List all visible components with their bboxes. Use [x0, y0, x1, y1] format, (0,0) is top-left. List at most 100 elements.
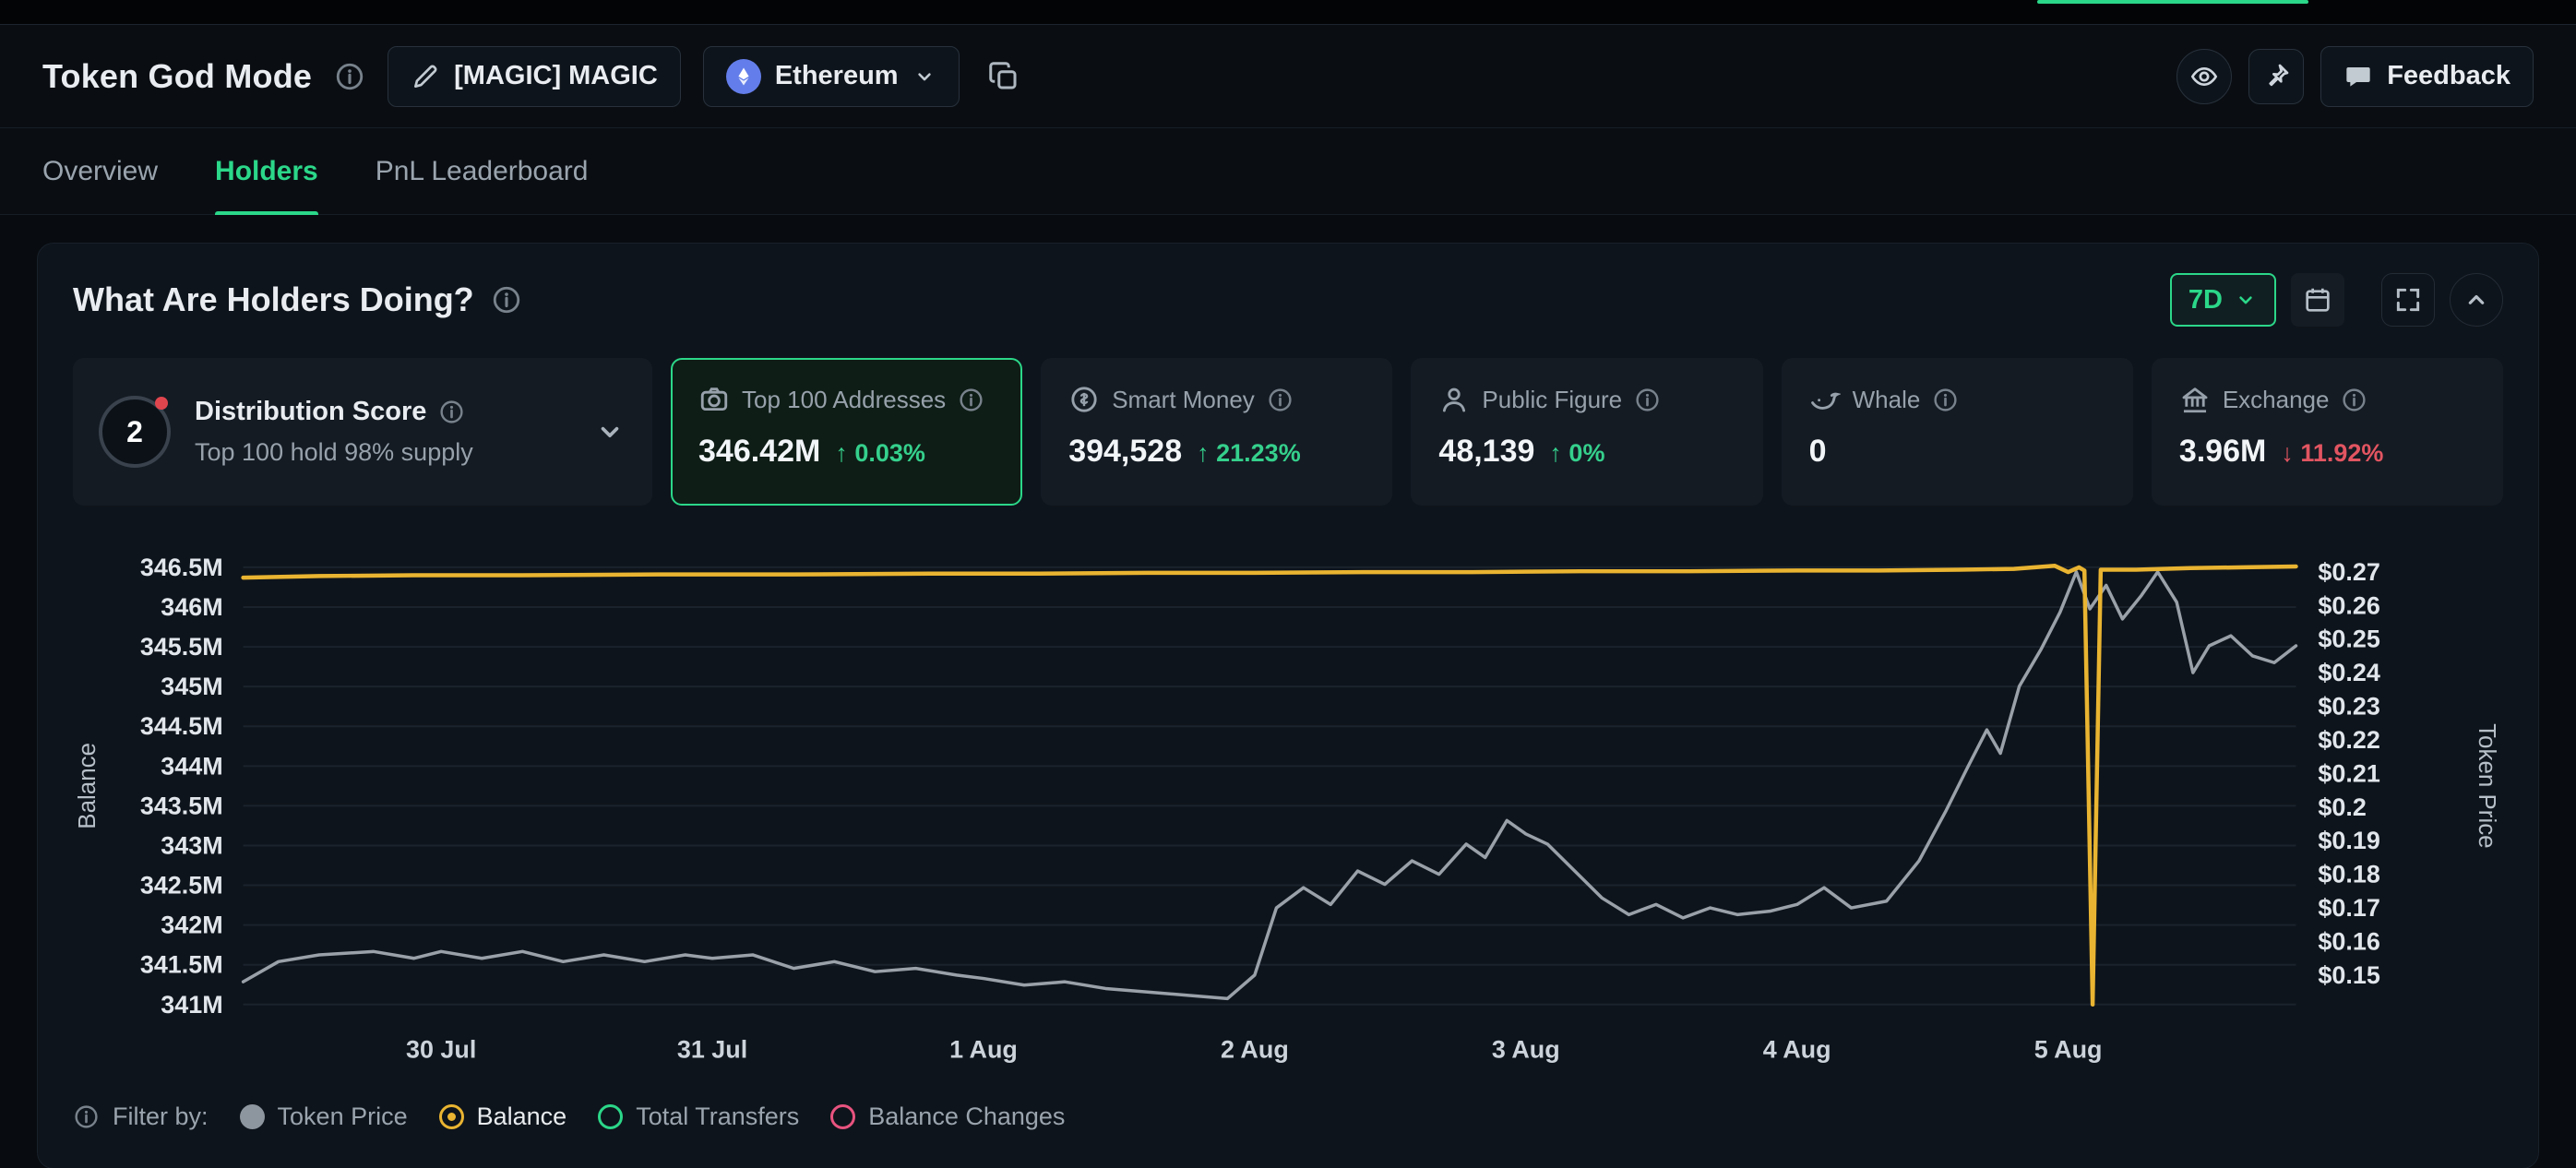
stat-change: ↑ 0%	[1549, 439, 1604, 468]
info-icon[interactable]	[1634, 387, 1661, 413]
stat-card-public-figure[interactable]: Public Figure 48,139 ↑ 0%	[1411, 358, 1762, 506]
chevron-down-icon	[912, 65, 936, 89]
stat-label: Top 100 Addresses	[742, 386, 946, 414]
svg-text:4 Aug: 4 Aug	[1763, 1036, 1831, 1064]
holders-panel: What Are Holders Doing? 7D	[37, 243, 2539, 1168]
info-icon[interactable]	[491, 284, 522, 316]
collapse-button[interactable]	[2450, 273, 2503, 327]
tab-pnl-leaderboard[interactable]: PnL Leaderboard	[376, 128, 589, 214]
balance-radio	[439, 1104, 464, 1129]
svg-text:$0.22: $0.22	[2318, 726, 2379, 754]
svg-text:$0.26: $0.26	[2318, 591, 2379, 619]
smart-money-icon	[1068, 384, 1100, 415]
pin-button[interactable]	[2248, 49, 2304, 104]
calendar-button[interactable]	[2291, 273, 2344, 327]
svg-text:$0.21: $0.21	[2318, 759, 2379, 787]
svg-text:31 Jul: 31 Jul	[677, 1036, 747, 1064]
expand-icon	[2393, 285, 2423, 315]
stat-label: Whale	[1853, 386, 1921, 414]
svg-text:$0.19: $0.19	[2318, 827, 2379, 854]
svg-text:342.5M: 342.5M	[140, 872, 223, 900]
distribution-score-card[interactable]: 2 Distribution Score Top 100 hold 98% su…	[73, 358, 652, 506]
filter-balance-changes[interactable]: Balance Changes	[830, 1102, 1065, 1131]
svg-text:343.5M: 343.5M	[140, 792, 223, 819]
svg-text:3 Aug: 3 Aug	[1492, 1036, 1560, 1064]
info-icon[interactable]	[958, 387, 984, 413]
chevron-down-icon[interactable]	[593, 415, 626, 448]
panel-controls: 7D	[2170, 273, 2503, 327]
chevron-down-icon	[2234, 288, 2258, 312]
stat-cards-row: 2 Distribution Score Top 100 hold 98% su…	[73, 358, 2503, 506]
info-icon[interactable]	[1932, 387, 1959, 413]
svg-text:$0.17: $0.17	[2318, 894, 2379, 922]
token-selector-label: [MAGIC] MAGIC	[454, 61, 658, 91]
watch-button[interactable]	[2176, 49, 2232, 104]
chain-selector-button[interactable]: Ethereum	[703, 46, 960, 107]
svg-text:341M: 341M	[161, 991, 222, 1019]
svg-text:345.5M: 345.5M	[140, 633, 223, 661]
public-figure-icon	[1438, 384, 1470, 415]
time-range-selector[interactable]: 7D	[2170, 273, 2276, 327]
stat-label: Smart Money	[1112, 386, 1255, 414]
balance-changes-swatch	[830, 1104, 855, 1129]
chevron-up-icon	[2462, 285, 2491, 315]
top-100-addresses-icon	[698, 384, 730, 415]
stat-card-whale[interactable]: Whale 0	[1782, 358, 2133, 506]
stat-value: 3.96M	[2179, 434, 2267, 470]
stat-label: Exchange	[2223, 386, 2330, 414]
svg-text:$0.16: $0.16	[2318, 927, 2379, 955]
svg-text:343M: 343M	[161, 831, 222, 859]
svg-text:342M: 342M	[161, 912, 222, 939]
stat-change: ↓ 11.92%	[2281, 439, 2383, 468]
loading-bar	[2037, 0, 2308, 4]
svg-text:$0.15: $0.15	[2318, 961, 2379, 989]
svg-text:1 Aug: 1 Aug	[949, 1036, 1018, 1064]
feedback-button[interactable]: Feedback	[2320, 46, 2534, 107]
stat-card-exchange[interactable]: Exchange 3.96M ↓ 11.92%	[2152, 358, 2503, 506]
pin-icon	[2261, 62, 2291, 91]
panel-title: What Are Holders Doing?	[73, 280, 474, 319]
header: Token God Mode [MAGIC] MAGIC Ethereum	[0, 25, 2576, 128]
svg-text:$0.24: $0.24	[2318, 659, 2379, 686]
feedback-label: Feedback	[2387, 61, 2510, 91]
stat-label: Public Figure	[1482, 386, 1622, 414]
page-title: Token God Mode	[42, 57, 312, 96]
calendar-icon	[2303, 285, 2332, 315]
svg-text:30 Jul: 30 Jul	[406, 1036, 476, 1064]
exchange-icon	[2179, 384, 2211, 415]
svg-text:346.5M: 346.5M	[140, 554, 223, 581]
filter-total-transfers[interactable]: Total Transfers	[598, 1102, 799, 1131]
tab-holders[interactable]: Holders	[215, 128, 318, 214]
chain-selector-label: Ethereum	[775, 61, 899, 91]
alert-dot	[155, 397, 168, 410]
tab-overview[interactable]: Overview	[42, 128, 158, 214]
holders-chart[interactable]: 346.5M346M345.5M345M344.5M344M343.5M343M…	[73, 526, 2503, 1079]
stat-card-smart-money[interactable]: Smart Money 394,528 ↑ 21.23%	[1041, 358, 1392, 506]
stat-value: 48,139	[1438, 434, 1534, 470]
info-icon[interactable]	[73, 1103, 100, 1130]
svg-text:Balance: Balance	[75, 743, 101, 829]
svg-text:$0.27: $0.27	[2318, 558, 2379, 586]
svg-text:345M: 345M	[161, 673, 222, 700]
stat-value: 346.42M	[698, 434, 820, 470]
info-icon[interactable]	[334, 61, 365, 92]
token-selector-button[interactable]: [MAGIC] MAGIC	[388, 46, 681, 107]
ethereum-icon	[726, 59, 761, 94]
copy-icon	[987, 60, 1020, 93]
filter-balance[interactable]: Balance	[439, 1102, 567, 1131]
svg-text:$0.18: $0.18	[2318, 861, 2379, 888]
svg-text:$0.25: $0.25	[2318, 626, 2379, 653]
copy-address-button[interactable]	[982, 54, 1026, 99]
filter-token-price[interactable]: Token Price	[240, 1102, 408, 1131]
svg-text:$0.2: $0.2	[2318, 793, 2366, 821]
distribution-score-badge: 2	[99, 396, 171, 468]
stat-card-top-100-addresses[interactable]: Top 100 Addresses 346.42M ↑ 0.03%	[671, 358, 1022, 506]
info-icon[interactable]	[2341, 387, 2367, 413]
distribution-score-title: Distribution Score	[195, 397, 426, 427]
tab-bar: Overview Holders PnL Leaderboard	[0, 128, 2576, 215]
info-icon[interactable]	[438, 399, 465, 425]
eye-icon	[2189, 62, 2219, 91]
info-icon[interactable]	[1267, 387, 1294, 413]
svg-text:344M: 344M	[161, 752, 222, 780]
fullscreen-button[interactable]	[2381, 273, 2435, 327]
